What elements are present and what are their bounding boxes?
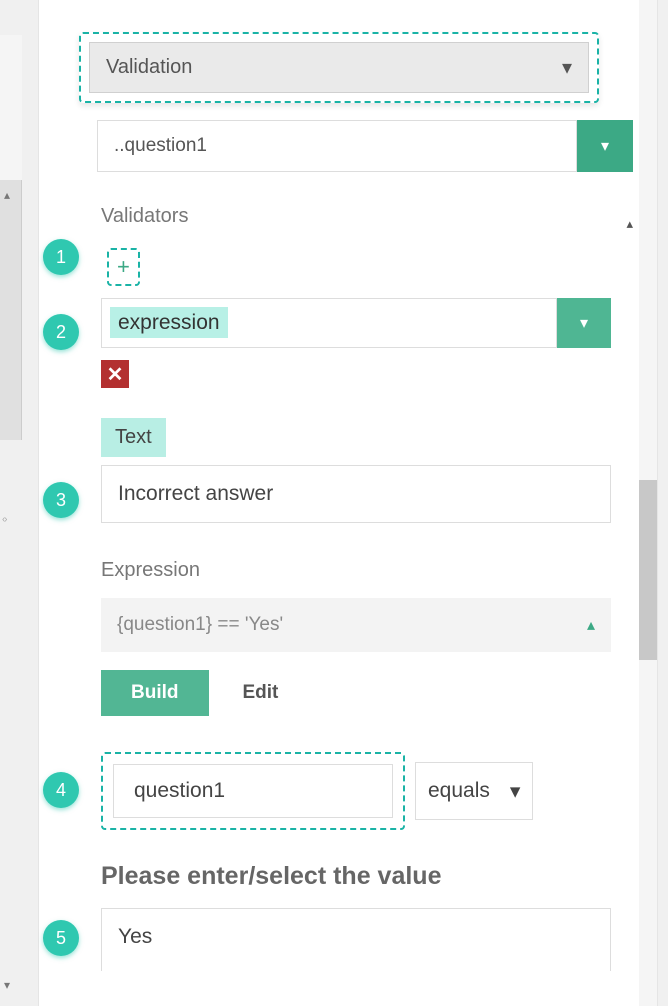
properties-panel: ▴ Validation ▾ ..question1 ▾ Validators …	[38, 0, 658, 1006]
expression-actions: Build Edit	[101, 670, 282, 716]
add-validator-highlight: +	[107, 248, 140, 286]
operator-value: equals	[428, 779, 490, 803]
validator-type-value: expression	[110, 307, 228, 338]
validator-type-row: expression ▾	[101, 298, 611, 348]
left-gutter-top	[0, 35, 22, 180]
left-gutter	[0, 180, 22, 440]
condition-field-input[interactable]: question1	[113, 764, 393, 818]
condition-operator-select[interactable]: equals ▾	[415, 762, 533, 820]
step-badge-1: 1	[43, 239, 79, 275]
question-select-row: ..question1 ▾	[97, 120, 633, 172]
validation-title: Validation	[106, 56, 192, 79]
scroll-up-icon[interactable]: ▴	[4, 188, 10, 202]
scrollbar-thumb[interactable]	[639, 480, 657, 660]
build-button[interactable]: Build	[101, 670, 209, 716]
expression-label: Expression	[101, 559, 200, 582]
collapse-section-icon[interactable]: ▴	[626, 216, 633, 232]
validators-label: Validators	[101, 205, 188, 228]
close-icon: ✕	[107, 362, 124, 387]
edit-button[interactable]: Edit	[239, 670, 283, 716]
validation-section-highlight: Validation ▾	[79, 32, 599, 103]
scrollbar-track[interactable]	[639, 0, 657, 1006]
expression-display[interactable]: {question1} == 'Yes' ▴	[101, 598, 611, 652]
validator-type-toggle[interactable]: ▾	[557, 298, 611, 348]
chevron-up-icon: ▴	[587, 615, 595, 635]
chevron-down-icon: ▾	[580, 313, 588, 333]
step-badge-4: 4	[43, 772, 79, 808]
collapse-sidebar-icon[interactable]: ‹ ›	[2, 514, 5, 525]
condition-row: question1 equals ▾	[101, 752, 533, 830]
validation-header[interactable]: Validation ▾	[89, 42, 589, 93]
step-badge-2: 2	[43, 314, 79, 350]
chevron-down-icon: ▾	[562, 55, 572, 80]
condition-value-input[interactable]: Yes	[101, 908, 611, 971]
step-badge-3: 3	[43, 482, 79, 518]
question-select-toggle[interactable]: ▾	[577, 120, 633, 172]
condition-field-highlight: question1	[101, 752, 405, 830]
step-badge-5: 5	[43, 920, 79, 956]
validator-type-select[interactable]: expression	[101, 298, 557, 348]
chevron-down-icon: ▾	[601, 136, 609, 156]
error-text-input[interactable]: Incorrect answer	[101, 465, 611, 523]
question-select-value[interactable]: ..question1	[97, 120, 577, 172]
value-prompt-label: Please enter/select the value	[101, 862, 441, 891]
delete-validator-button[interactable]: ✕	[101, 360, 129, 388]
add-validator-button[interactable]: +	[117, 254, 130, 280]
scroll-down-icon[interactable]: ▾	[4, 978, 10, 992]
text-field-label: Text	[101, 418, 166, 457]
expression-code: {question1} == 'Yes'	[117, 614, 283, 636]
chevron-down-icon: ▾	[510, 779, 521, 804]
